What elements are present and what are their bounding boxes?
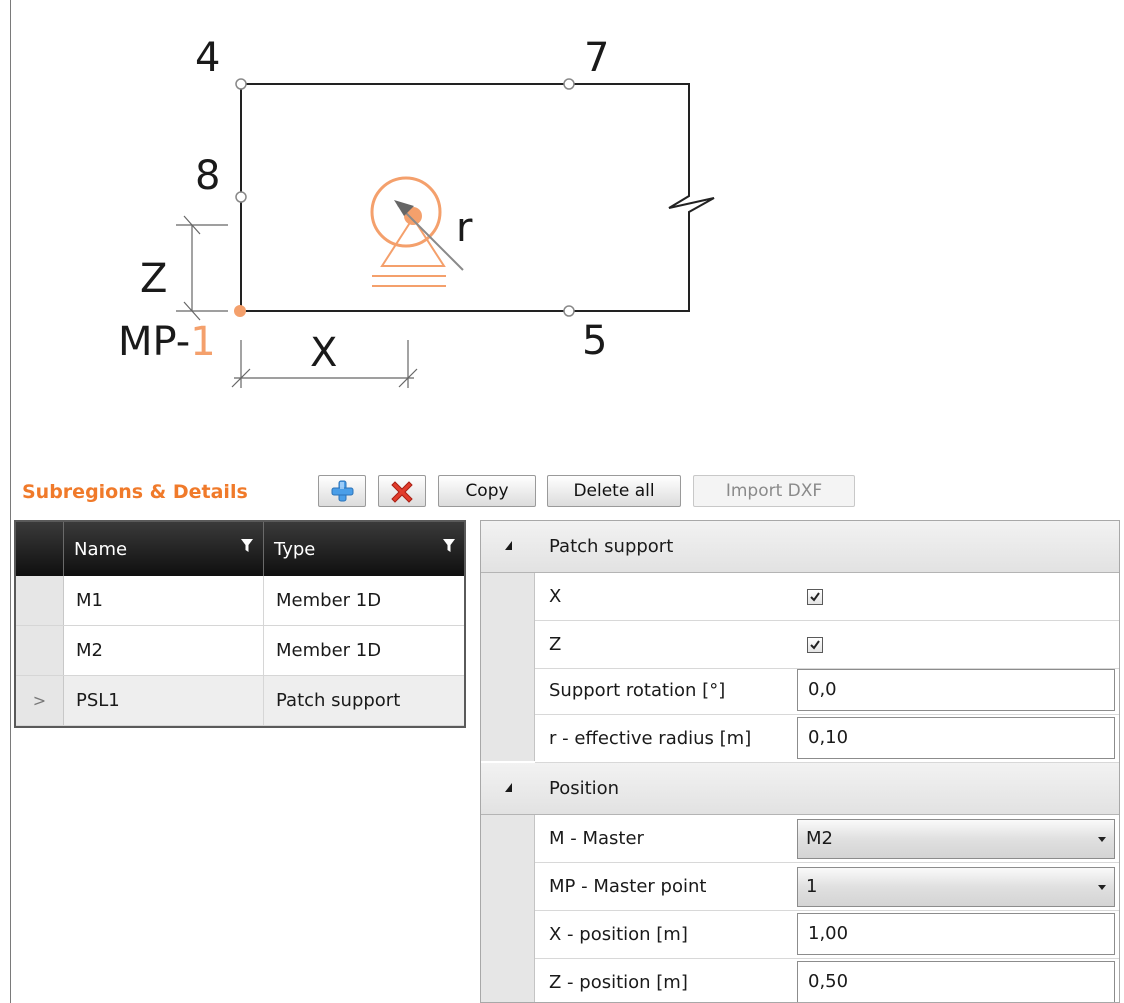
point-4-marker: [235, 78, 247, 90]
dim-z-label: Z: [140, 256, 168, 302]
row-header-current[interactable]: >: [16, 676, 64, 725]
z-checkbox[interactable]: [807, 637, 823, 653]
region-outline: [240, 83, 715, 312]
dropdown-arrow-icon[interactable]: [1098, 885, 1106, 890]
master-point-index: 1: [190, 319, 216, 365]
plus-icon: [331, 480, 354, 502]
prop-row-rotation: Support rotation [°] 0,0: [535, 667, 1119, 715]
master-select-value: M2: [806, 828, 833, 849]
cell-name[interactable]: M2: [64, 626, 264, 675]
point-4-label: 4: [195, 35, 221, 81]
grid-header-indicator: [16, 522, 64, 576]
section-title: Subregions & Details: [22, 481, 248, 503]
filter-icon[interactable]: [442, 538, 456, 554]
cell-name[interactable]: M1: [64, 576, 264, 625]
group-patch-support[interactable]: Patch support: [481, 521, 1119, 573]
prop-row-z: Z: [535, 621, 1119, 669]
table-row[interactable]: M1 Member 1D: [16, 576, 464, 626]
prop-label: Support rotation [°]: [549, 680, 726, 701]
support-rotation-input[interactable]: 0,0: [797, 669, 1115, 711]
dim-x-label: X: [310, 330, 338, 376]
collapse-triangle-icon[interactable]: [505, 541, 512, 550]
prop-label: Z: [549, 634, 562, 655]
column-header-type[interactable]: Type: [264, 522, 464, 576]
master-point-marker: [234, 305, 246, 317]
point-8-label: 8: [195, 153, 221, 199]
prop-row-master-point: MP - Master point 1: [535, 863, 1119, 911]
red-x-icon: [391, 481, 413, 503]
prop-label: M - Master: [549, 828, 644, 849]
delete-button[interactable]: [378, 475, 426, 507]
patch-support-symbol: [370, 176, 464, 287]
column-header-name-label: Name: [74, 539, 128, 560]
master-point-select-value: 1: [806, 876, 818, 897]
check-icon: [810, 640, 820, 650]
point-5-marker: [563, 305, 575, 317]
point-7-label: 7: [584, 35, 610, 81]
copy-button[interactable]: Copy: [438, 475, 536, 507]
master-point-prefix: MP-: [118, 319, 191, 365]
filter-icon[interactable]: [240, 538, 254, 554]
cell-type[interactable]: Member 1D: [264, 626, 464, 675]
point-7-marker: [563, 78, 575, 90]
row-header[interactable]: [16, 626, 64, 675]
x-checkbox[interactable]: [807, 589, 823, 605]
dropdown-arrow-icon[interactable]: [1098, 837, 1106, 842]
check-icon: [810, 592, 820, 602]
prop-label: r - effective radius [m]: [549, 728, 752, 749]
prop-row-x-position: X - position [m] 1,00: [535, 911, 1119, 959]
prop-row-radius: r - effective radius [m] 0,10: [535, 715, 1119, 763]
collapse-triangle-icon[interactable]: [505, 783, 512, 792]
properties-panel: Patch support X Z Support rotation [°] 0…: [480, 520, 1120, 1003]
column-header-type-label: Type: [274, 539, 316, 560]
prop-row-z-position: Z - position [m] 0,50: [535, 959, 1119, 1002]
grid-header: Name Type: [16, 522, 464, 576]
group-title: Position: [549, 778, 620, 799]
cell-type[interactable]: Patch support: [264, 676, 464, 725]
point-5-label: 5: [582, 318, 608, 364]
z-position-input[interactable]: 0,50: [797, 961, 1115, 1002]
group-position[interactable]: Position: [481, 763, 1119, 815]
group-title: Patch support: [549, 536, 674, 557]
delete-all-button[interactable]: Delete all: [547, 475, 681, 507]
import-dxf-button[interactable]: Import DXF: [693, 475, 855, 507]
radius-label: r: [456, 205, 473, 251]
column-header-name[interactable]: Name: [64, 522, 264, 576]
effective-radius-input[interactable]: 0,10: [797, 717, 1115, 759]
add-button[interactable]: [318, 475, 366, 507]
patch-support-diagram: [176, 78, 715, 388]
prop-label: X - position [m]: [549, 924, 688, 945]
cell-name[interactable]: PSL1: [64, 676, 264, 725]
row-header[interactable]: [16, 576, 64, 625]
prop-label: MP - Master point: [549, 876, 707, 897]
table-row[interactable]: M2 Member 1D: [16, 626, 464, 676]
point-8-marker: [235, 191, 247, 203]
table-row-selected[interactable]: > PSL1 Patch support: [16, 676, 464, 726]
prop-row-master: M - Master M2: [535, 815, 1119, 863]
group-gutter: [481, 815, 535, 1002]
master-point-select[interactable]: 1: [797, 867, 1115, 907]
prop-row-x: X: [535, 573, 1119, 621]
subregions-grid: Name Type M1 Member 1D M2 Member 1D > PS…: [14, 520, 466, 728]
master-point-label: MP-1: [118, 322, 216, 362]
group-gutter: [481, 573, 535, 761]
cell-type[interactable]: Member 1D: [264, 576, 464, 625]
prop-label: Z - position [m]: [549, 972, 688, 993]
x-position-input[interactable]: 1,00: [797, 913, 1115, 955]
master-select[interactable]: M2: [797, 819, 1115, 859]
prop-label: X: [549, 586, 562, 607]
